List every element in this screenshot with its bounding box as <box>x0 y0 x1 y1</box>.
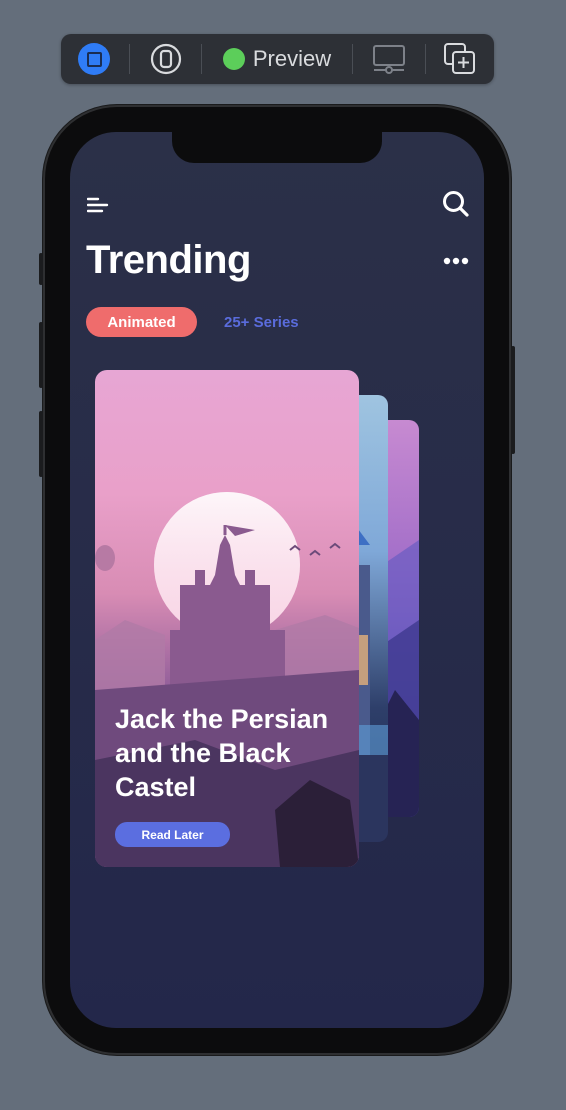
live-preview-icon <box>78 43 110 75</box>
live-preview-button[interactable] <box>78 34 110 84</box>
title-line: and the Black <box>115 738 291 768</box>
menu-icon[interactable] <box>87 196 109 214</box>
device-settings-icon <box>373 45 405 74</box>
status-dot-icon <box>222 48 245 70</box>
toolbar-divider <box>201 44 202 74</box>
filter-chip-animated[interactable]: Animated <box>86 307 197 337</box>
phone-side-button <box>39 253 43 285</box>
phone-side-button <box>39 411 43 477</box>
phone-notch <box>172 132 382 163</box>
search-icon[interactable] <box>442 190 470 218</box>
more-options-icon[interactable] <box>443 257 469 265</box>
device-preview-button[interactable] <box>149 34 183 84</box>
duplicate-preview-button[interactable] <box>442 34 478 84</box>
preview-label: Preview <box>252 46 332 71</box>
preview-status[interactable]: Preview <box>217 34 337 84</box>
title-line: Castel <box>115 772 197 802</box>
title-line: Jack the Persian <box>115 704 329 734</box>
phone-side-button <box>511 346 515 454</box>
read-later-button[interactable]: Read Later <box>115 822 230 847</box>
device-icon <box>150 43 182 75</box>
toolbar-divider <box>352 44 353 74</box>
filter-chip-series[interactable]: 25+ Series <box>224 307 299 337</box>
phone-side-button <box>39 322 43 388</box>
preview-toolbar: Preview <box>61 34 494 84</box>
device-settings-button[interactable] <box>371 34 407 84</box>
featured-story-title: Jack the Persian and the Black Castel <box>115 702 355 804</box>
toolbar-divider <box>425 44 426 74</box>
page-title: Trending <box>86 238 251 282</box>
toolbar-divider <box>129 44 130 74</box>
app-screen: Trending Animated 25+ Series <box>70 132 484 1028</box>
duplicate-preview-icon <box>444 43 475 74</box>
